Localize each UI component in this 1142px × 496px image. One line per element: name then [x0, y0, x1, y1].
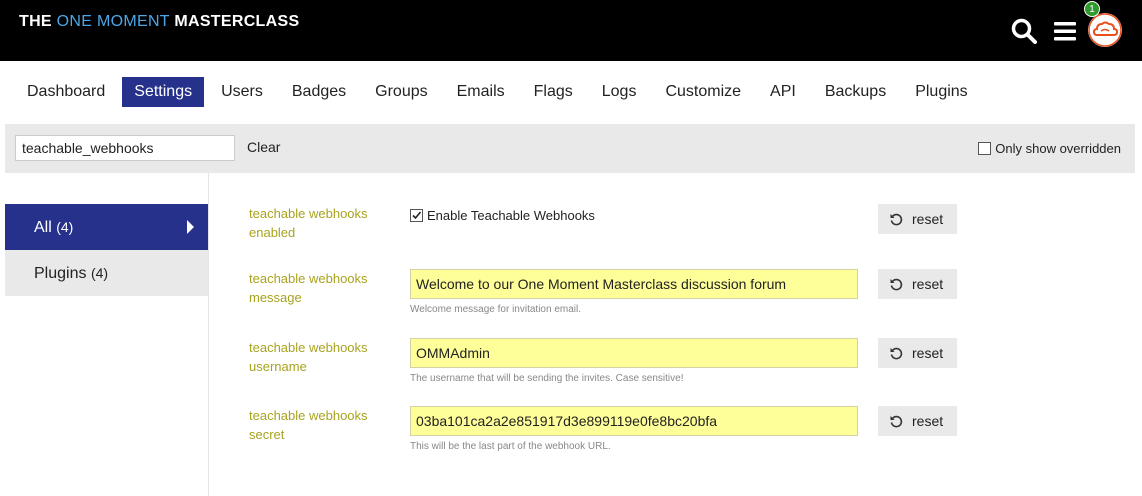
site-logo[interactable]: THE ONE MOMENT MASTERCLASS [19, 13, 299, 31]
sidebar-item-count: (4) [90, 265, 109, 281]
setting-label-message: teachable webhooks message [249, 271, 368, 305]
notification-badge[interactable]: 1 [1084, 1, 1100, 17]
reset-label: reset [912, 276, 944, 292]
tab-flags[interactable]: Flags [522, 77, 585, 107]
undo-icon [890, 415, 903, 428]
cloud-logo-icon [1088, 13, 1122, 47]
sidebar-item-plugins[interactable]: Plugins (4) [5, 250, 208, 296]
reset-button-secret[interactable]: reset [878, 406, 957, 436]
tab-api[interactable]: API [758, 77, 808, 107]
reset-label: reset [912, 211, 944, 227]
webhooks-message-input[interactable]: Welcome to our One Moment Masterclass di… [410, 269, 858, 299]
tab-badges[interactable]: Badges [280, 77, 358, 107]
setting-description-message: Welcome message for invitation email. [410, 304, 581, 315]
reset-button-message[interactable]: reset [878, 269, 957, 299]
enable-webhooks-label: Enable Teachable Webhooks [427, 208, 595, 223]
settings-filter-bar: teachable_webhooks Clear Only show overr… [5, 124, 1135, 173]
tab-emails[interactable]: Emails [445, 77, 517, 107]
undo-icon [890, 213, 903, 226]
setting-label-secret: teachable webhooks secret [249, 408, 368, 442]
tab-plugins[interactable]: Plugins [903, 77, 979, 107]
reset-label: reset [912, 345, 944, 361]
checkmark-icon [412, 211, 422, 220]
setting-description-secret: This will be the last part of the webhoo… [410, 441, 611, 452]
tab-users[interactable]: Users [209, 77, 275, 107]
user-avatar[interactable] [1088, 13, 1122, 47]
tab-groups[interactable]: Groups [363, 77, 439, 107]
reset-button-username[interactable]: reset [878, 338, 957, 368]
settings-filter-input[interactable]: teachable_webhooks [15, 135, 235, 161]
webhooks-secret-input[interactable]: 03ba101ca2a2e851917d3e899119e0fe8bc20bfa [410, 406, 858, 436]
undo-icon [890, 347, 903, 360]
sidebar-item-label: Plugins [34, 265, 87, 282]
tab-logs[interactable]: Logs [590, 77, 649, 107]
caret-right-icon [187, 220, 194, 234]
only-overridden-checkbox[interactable] [978, 142, 992, 155]
hamburger-menu-icon[interactable] [1051, 17, 1079, 45]
reset-button-enabled[interactable]: reset [878, 204, 957, 234]
sidebar-divider [208, 173, 209, 496]
logo-word-2: ONE MOMENT [56, 13, 175, 30]
enable-webhooks-checkbox[interactable] [410, 209, 423, 222]
logo-word-1: THE [19, 13, 57, 30]
setting-description-username: The username that will be sending the in… [410, 373, 684, 384]
undo-icon [890, 278, 903, 291]
only-overridden-toggle[interactable]: Only show overridden [978, 141, 1121, 156]
search-icon[interactable] [1010, 17, 1038, 45]
setting-label-enabled: teachable webhooks enabled [249, 206, 368, 240]
tab-dashboard[interactable]: Dashboard [15, 77, 117, 107]
clear-filter-button[interactable]: Clear [247, 139, 280, 155]
tab-backups[interactable]: Backups [813, 77, 898, 107]
admin-nav: Dashboard Settings Users Badges Groups E… [15, 77, 980, 107]
reset-label: reset [912, 413, 944, 429]
tab-customize[interactable]: Customize [653, 77, 753, 107]
sidebar-item-all[interactable]: All (4) [5, 204, 208, 250]
enable-webhooks-toggle[interactable]: Enable Teachable Webhooks [410, 208, 595, 223]
sidebar-item-count: (4) [56, 219, 74, 235]
webhooks-username-input[interactable]: OMMAdmin [410, 338, 858, 368]
tab-settings[interactable]: Settings [122, 77, 205, 107]
site-header: THE ONE MOMENT MASTERCLASS 1 [0, 0, 1142, 61]
logo-word-3: MASTERCLASS [174, 13, 300, 30]
sidebar-item-label: All [34, 219, 52, 236]
setting-label-username: teachable webhooks username [249, 340, 368, 374]
only-overridden-label: Only show overridden [995, 141, 1121, 156]
